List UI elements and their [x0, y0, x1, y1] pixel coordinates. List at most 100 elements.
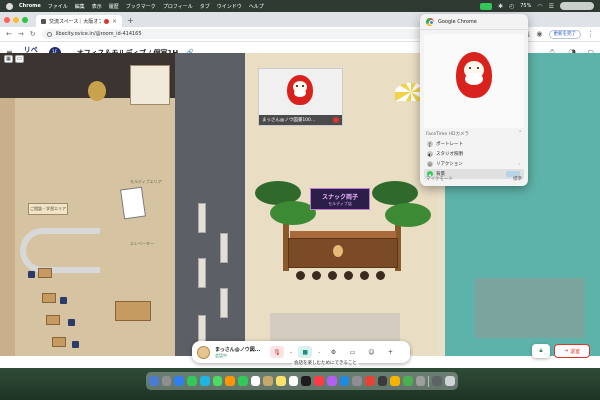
reload-icon[interactable]: ↻: [30, 30, 36, 38]
mic-mode-row[interactable]: マイクモード 標準: [426, 176, 522, 182]
popover-header: Google Chrome: [420, 14, 528, 30]
reaction-icon[interactable]: ☺: [364, 346, 378, 358]
control-center-icon[interactable]: ☰: [549, 3, 554, 10]
screen-share-icon[interactable]: ▭: [345, 346, 359, 358]
camera-in-use-icon[interactable]: [479, 2, 492, 10]
menu-window[interactable]: ウインドウ: [217, 3, 242, 10]
daruma-avatar-image: [287, 75, 313, 105]
safari-icon[interactable]: [174, 376, 185, 386]
tab-ovice[interactable]: 交流スペース｜大阪オフィ ×: [36, 15, 122, 27]
app-icon[interactable]: [390, 376, 401, 386]
chair: [60, 297, 67, 304]
camera-toggle-button[interactable]: ■: [298, 346, 313, 358]
office-floor: [15, 98, 175, 356]
effect-studio-light[interactable]: ◐ スタジオ照明: [424, 149, 524, 159]
participant-video-tile[interactable]: まっさん@ノウ図書100...: [258, 68, 343, 126]
bartender-avatar[interactable]: [333, 245, 343, 257]
mic-toggle-button[interactable]: 🎙︎: [270, 346, 284, 358]
effect-reactions[interactable]: ☺ リアクション ›: [424, 159, 524, 169]
palm-tree: [385, 203, 431, 227]
forward-icon[interactable]: →: [18, 30, 24, 38]
avatar[interactable]: [197, 345, 210, 359]
menu-file[interactable]: ファイル: [48, 3, 68, 10]
bar-stool: [312, 271, 321, 280]
map-grid-icon[interactable]: ▦: [4, 55, 13, 63]
profile-icon[interactable]: ◉: [536, 30, 542, 38]
menu-history[interactable]: 履歴: [109, 3, 119, 10]
site-info-icon[interactable]: [46, 31, 52, 37]
reminders-icon[interactable]: [288, 376, 299, 386]
lion-statue: [88, 81, 106, 101]
notes-icon[interactable]: [276, 376, 286, 386]
mic-mode-value: 標準: [513, 177, 522, 182]
messages-icon[interactable]: [187, 376, 197, 386]
app-icon[interactable]: [403, 376, 413, 386]
photos-icon[interactable]: [225, 376, 235, 386]
pillar: [198, 203, 206, 233]
portrait-icon: ƒ: [427, 141, 433, 147]
bar-stool: [376, 271, 385, 280]
update-chrome-button[interactable]: 更新を完了: [548, 29, 581, 39]
user-pill[interactable]: [560, 2, 594, 10]
pillar: [198, 258, 206, 288]
menu-edit[interactable]: 編集: [75, 3, 85, 10]
address-bar[interactable]: libecity.ovice.in/@room_id-414165: [41, 29, 422, 39]
app-icon[interactable]: [415, 376, 426, 386]
app-icon[interactable]: [377, 376, 388, 386]
maps-icon[interactable]: [212, 376, 223, 386]
launchpad-icon[interactable]: [161, 376, 172, 386]
battery-percent[interactable]: 75%: [520, 3, 531, 9]
contacts-icon[interactable]: [263, 376, 274, 386]
downloads-stack-icon[interactable]: [432, 376, 443, 386]
close-window-button[interactable]: [4, 16, 10, 23]
bar-counter: [288, 238, 398, 268]
room-sign: ご相談・学習エリア: [28, 203, 68, 215]
chair: [72, 341, 79, 348]
wall-notice-board: [130, 65, 170, 105]
new-tab-icon[interactable]: +: [127, 15, 134, 27]
conversation-hint[interactable]: 会話を楽しむためにできること: [292, 360, 359, 366]
effect-portrait[interactable]: ƒ ポートレート: [424, 139, 524, 149]
menu-app-name[interactable]: Chrome: [19, 3, 41, 9]
trash-icon[interactable]: [445, 376, 455, 386]
mic-options-chevron-icon[interactable]: ⌄: [289, 349, 293, 355]
collapse-chevron-icon[interactable]: ⌃: [518, 131, 522, 137]
camera-options-chevron-icon[interactable]: ⌄: [317, 349, 321, 355]
url-text[interactable]: libecity.ovice.in/@room_id-414165: [56, 31, 142, 37]
finder-icon[interactable]: [149, 376, 159, 386]
toolbar-right: ⤓ ◉ 更新を完了 ⋮: [527, 29, 594, 39]
menu-view[interactable]: 表示: [92, 3, 102, 10]
map-layout-icon[interactable]: ▭: [15, 55, 24, 63]
chrome-dock-icon[interactable]: [364, 376, 375, 386]
self-info[interactable]: まっさん@ノウ図... 会話中: [215, 346, 265, 359]
self-name: まっさん@ノウ図...: [215, 346, 261, 353]
chrome-menu-icon[interactable]: ⋮: [587, 30, 594, 38]
more-plus-icon[interactable]: +: [383, 346, 397, 358]
tab-title: 交流スペース｜大阪オフィ: [49, 18, 101, 25]
timer-icon[interactable]: ◴: [509, 3, 514, 10]
menu-tab[interactable]: タブ: [200, 3, 210, 10]
chair: [68, 319, 75, 326]
music-icon[interactable]: [314, 376, 324, 386]
minimize-window-button[interactable]: [13, 16, 19, 23]
tv-icon[interactable]: [301, 376, 312, 386]
daruma-preview-image: [456, 52, 492, 98]
apple-icon[interactable]: [6, 2, 13, 10]
bluetooth-icon[interactable]: ✱: [498, 3, 503, 10]
wifi-icon[interactable]: ◠: [537, 3, 542, 10]
app-store-icon[interactable]: [339, 376, 350, 386]
podcasts-icon[interactable]: [326, 376, 337, 386]
mail-icon[interactable]: [199, 376, 210, 386]
menu-profile[interactable]: プロフィール: [163, 3, 193, 10]
menu-help[interactable]: ヘルプ: [249, 3, 264, 10]
menu-bookmarks[interactable]: ブックマーク: [126, 3, 156, 10]
zoom-window-button[interactable]: [22, 16, 28, 23]
calendar-icon[interactable]: [250, 376, 261, 386]
lock-room-button[interactable]: 🔒︎: [532, 344, 550, 358]
settings-gear-icon[interactable]: ⚙: [326, 346, 340, 358]
close-tab-icon[interactable]: ×: [112, 18, 117, 25]
back-icon[interactable]: ←: [6, 30, 12, 38]
leave-button[interactable]: ⇥ 退室: [554, 344, 590, 358]
facetime-icon[interactable]: [237, 376, 248, 386]
system-settings-icon[interactable]: [352, 376, 362, 386]
